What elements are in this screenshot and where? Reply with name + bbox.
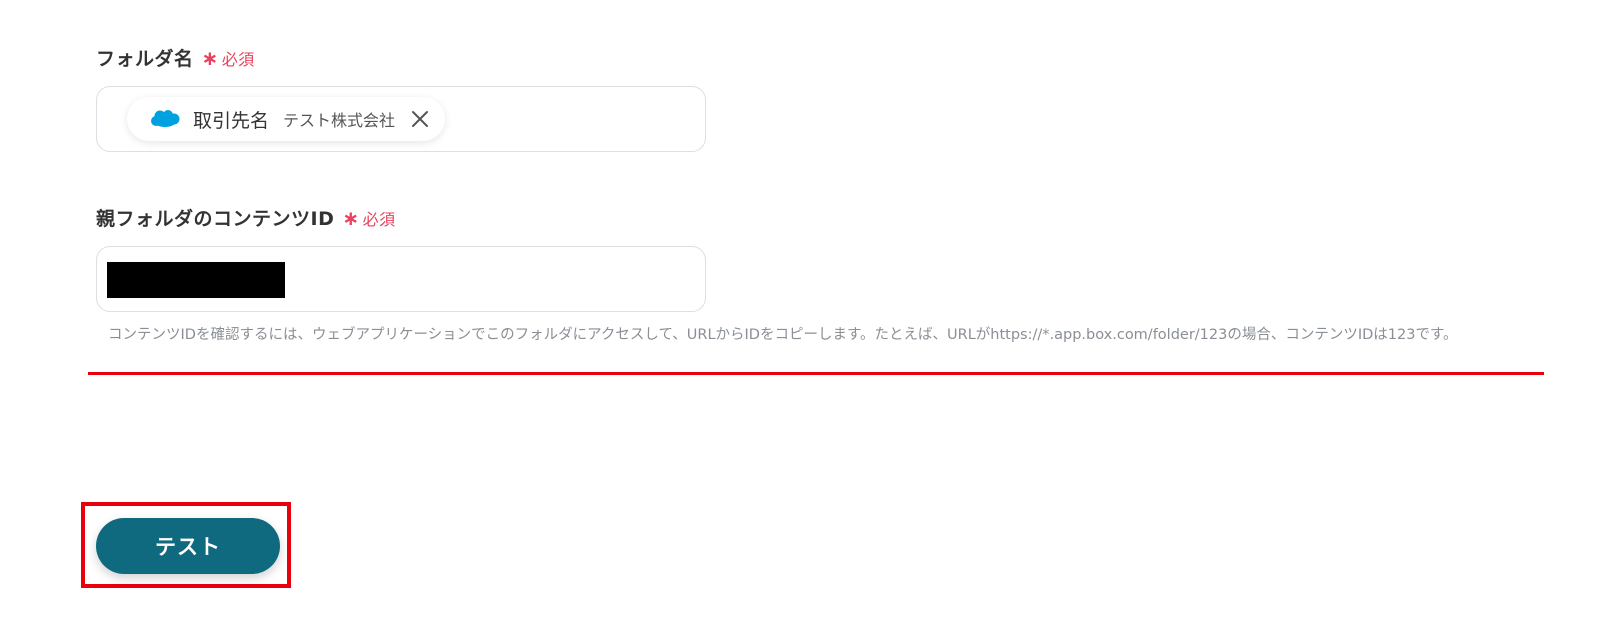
salesforce-cloud-icon [149, 108, 181, 130]
parent-folder-id-label: 親フォルダのコンテンツID ∗ 必須 [96, 204, 396, 231]
redacted-value [107, 262, 285, 298]
required-asterisk: ∗ [201, 46, 219, 70]
close-icon[interactable] [409, 108, 431, 130]
help-text: コンテンツIDを確認するには、ウェブアプリケーションでこのフォルダにアクセスして… [108, 327, 1458, 343]
required-asterisk: ∗ [342, 206, 360, 230]
chip-value: テスト株式会社 [283, 111, 396, 130]
chip-label: 取引先名 [193, 109, 270, 132]
required-badge: 必須 [221, 50, 255, 69]
folder-name-label: フォルダ名 ∗ 必須 [96, 44, 255, 71]
annotation-underline [88, 372, 1544, 375]
parent-folder-id-label-text: 親フォルダのコンテンツID [96, 208, 335, 230]
folder-name-label-text: フォルダ名 [96, 48, 194, 70]
test-button[interactable]: テスト [96, 518, 280, 574]
variable-chip[interactable]: 取引先名 テスト株式会社 [127, 97, 446, 141]
parent-folder-id-field[interactable] [96, 246, 706, 312]
folder-name-field[interactable]: 取引先名 テスト株式会社 [96, 86, 706, 152]
required-badge: 必須 [362, 210, 396, 229]
